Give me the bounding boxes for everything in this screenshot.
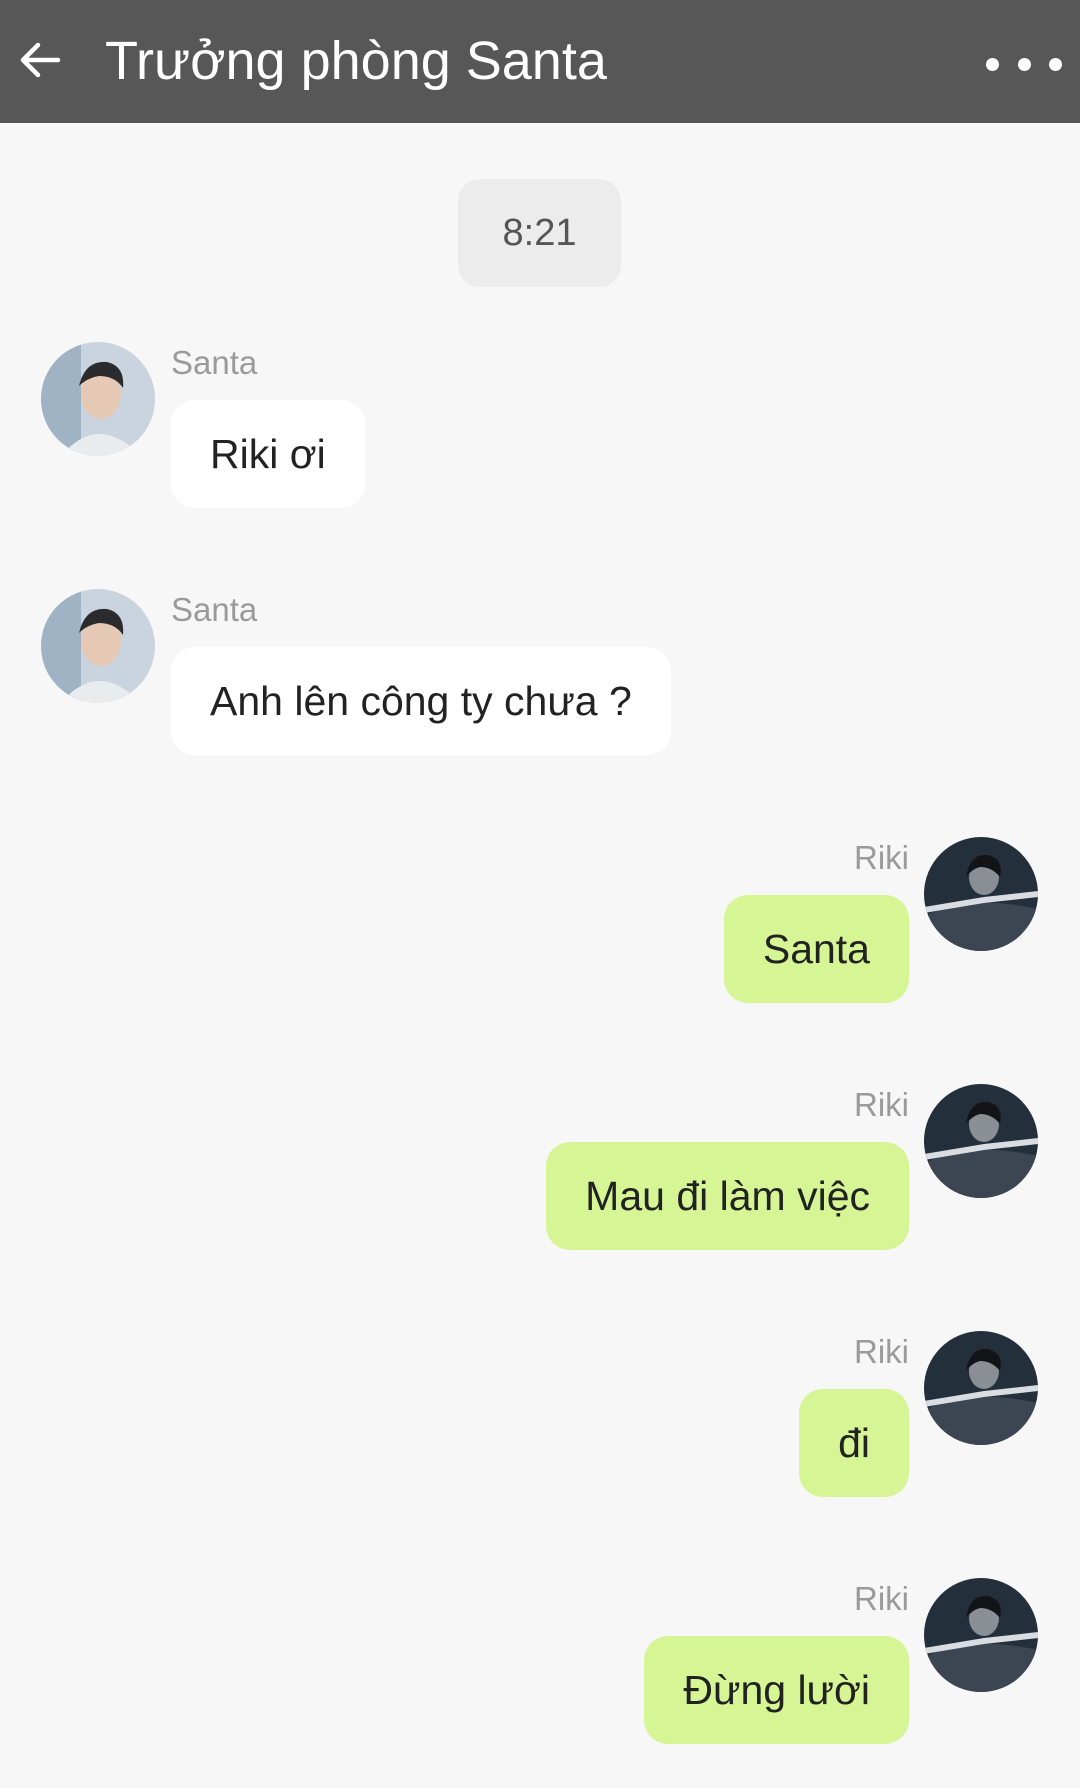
message-bubble[interactable]: Mau đi làm việc <box>546 1142 909 1250</box>
avatar-riki[interactable] <box>924 1084 1038 1198</box>
avatar-riki[interactable] <box>924 1331 1038 1445</box>
sender-name: Santa <box>171 591 258 628</box>
avatar-riki[interactable] <box>924 837 1038 951</box>
app-bar: Trưởng phòng Santa <box>0 0 1080 123</box>
message-bubble[interactable]: đi <box>799 1389 909 1497</box>
back-button[interactable] <box>14 30 66 90</box>
message-bubble[interactable]: Santa <box>723 895 909 1003</box>
arrow-left-icon <box>20 42 61 78</box>
sender-name: Riki <box>854 1333 909 1370</box>
chat-title: Trưởng phòng Santa <box>105 31 607 91</box>
more-horizontal-icon <box>986 57 999 71</box>
sender-name: Riki <box>854 1086 909 1123</box>
avatar-riki[interactable] <box>924 1578 1038 1692</box>
avatar-santa[interactable] <box>41 342 155 456</box>
sender-name: Riki <box>854 839 909 876</box>
sender-name: Santa <box>171 344 258 381</box>
timestamp-divider: 8:21 <box>458 179 621 287</box>
more-options-button[interactable] <box>986 40 1062 88</box>
message-bubble[interactable]: Đừng lười <box>644 1636 909 1744</box>
avatar-santa[interactable] <box>41 589 155 703</box>
message-bubble[interactable]: Riki ơi <box>171 400 365 508</box>
message-bubble[interactable]: Anh lên công ty chưa ? <box>171 647 671 755</box>
sender-name: Riki <box>854 1580 909 1617</box>
